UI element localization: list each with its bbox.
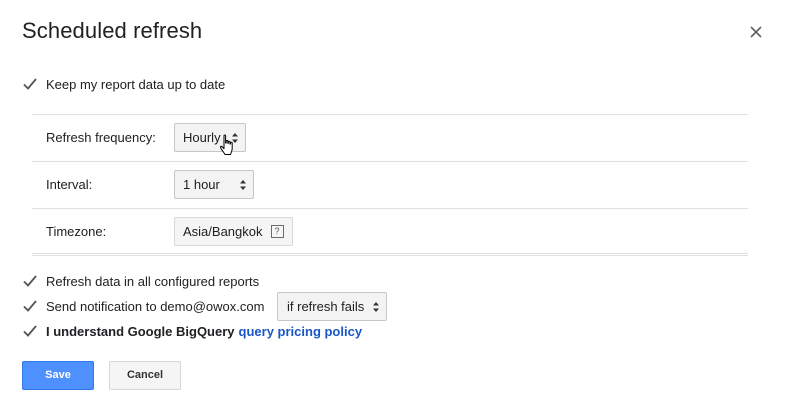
pricing-row: I understand Google BigQuery query prici… <box>22 321 362 341</box>
pricing-label: I understand Google BigQuery <box>46 323 235 339</box>
save-button[interactable]: Save <box>22 361 94 390</box>
refresh-settings: Refresh frequency: Hourly Interval: 1 ho… <box>32 114 748 256</box>
timezone-row: Timezone: Asia/Bangkok ? <box>32 208 748 256</box>
section-divider <box>32 253 748 254</box>
cancel-button[interactable]: Cancel <box>109 361 181 390</box>
notification-row: Send notification to demo@owox.com <box>22 296 264 316</box>
pricing-checkbox[interactable] <box>22 323 38 339</box>
pricing-policy-link[interactable]: query pricing policy <box>239 324 363 339</box>
frequency-row: Refresh frequency: Hourly <box>32 114 748 161</box>
timezone-value: Asia/Bangkok <box>183 224 263 239</box>
notification-checkbox[interactable] <box>22 298 38 314</box>
refresh-all-checkbox[interactable] <box>22 273 38 289</box>
scheduled-refresh-dialog: Scheduled refresh Keep my report data up… <box>0 0 790 410</box>
timezone-field[interactable]: Asia/Bangkok ? <box>174 217 293 246</box>
dialog-title: Scheduled refresh <box>22 18 203 43</box>
help-icon[interactable]: ? <box>270 225 284 238</box>
interval-select[interactable]: 1 hour <box>174 170 254 199</box>
notification-condition-value: if refresh fails <box>287 299 365 314</box>
keep-up-to-date-checkbox[interactable] <box>22 76 38 92</box>
close-icon[interactable] <box>746 22 766 42</box>
interval-label: Interval: <box>46 177 93 192</box>
notification-label: Send notification to demo@owox.com <box>46 298 265 314</box>
frequency-label: Refresh frequency: <box>46 130 156 145</box>
refresh-all-row: Refresh data in all configured reports <box>22 271 259 291</box>
select-arrows-icon <box>240 180 246 190</box>
notification-condition-select[interactable]: if refresh fails <box>277 292 388 321</box>
timezone-label: Timezone: <box>46 224 107 239</box>
hand-cursor-icon <box>219 134 233 155</box>
select-arrows-icon <box>373 302 380 312</box>
frequency-value: Hourly <box>183 130 221 145</box>
refresh-all-label: Refresh data in all configured reports <box>46 273 260 289</box>
keep-up-to-date-row: Keep my report data up to date <box>22 74 225 94</box>
interval-value: 1 hour <box>183 177 220 192</box>
interval-row: Interval: 1 hour <box>32 161 748 208</box>
keep-up-to-date-label: Keep my report data up to date <box>46 76 226 92</box>
